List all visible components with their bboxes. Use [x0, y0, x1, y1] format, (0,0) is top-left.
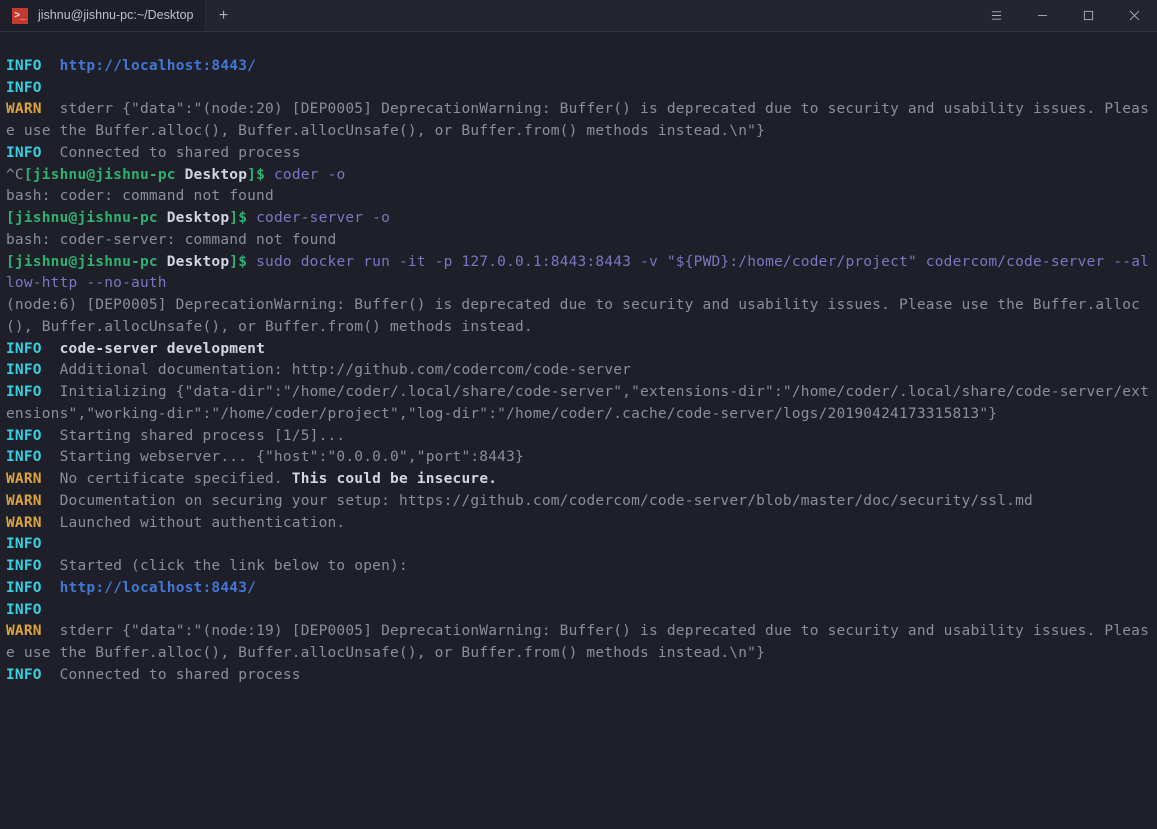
log-level: INFO — [6, 667, 42, 683]
log-emphasis: This could be insecure. — [292, 471, 497, 487]
log-level: WARN — [6, 515, 42, 531]
log-line: bash: coder: command not found — [6, 188, 274, 204]
prompt-user: [jishnu@jishnu-pc — [6, 254, 158, 270]
log-level: INFO — [6, 580, 42, 596]
tab-active[interactable]: >_ jishnu@jishnu-pc:~/Desktop — [0, 0, 206, 31]
window-controls — [973, 0, 1157, 31]
maximize-icon — [1083, 10, 1094, 21]
close-button[interactable] — [1111, 0, 1157, 31]
log-line: Documentation on securing your setup: ht… — [60, 493, 1033, 509]
log-level: INFO — [6, 536, 42, 552]
log-level: WARN — [6, 471, 42, 487]
log-level: INFO — [6, 80, 42, 96]
terminal-content[interactable]: INFO http://localhost:8443/ INFO WARN st… — [0, 32, 1157, 689]
log-level: INFO — [6, 58, 42, 74]
tab-title: jishnu@jishnu-pc:~/Desktop — [38, 6, 193, 25]
log-level: INFO — [6, 558, 42, 574]
log-level: INFO — [6, 449, 42, 465]
log-line: No certificate specified. — [60, 471, 292, 487]
new-tab-button[interactable]: + — [206, 0, 240, 31]
log-line: bash: coder-server: command not found — [6, 232, 336, 248]
prompt-dir: Desktop — [185, 167, 248, 183]
log-line: Started (click the link below to open): — [60, 558, 408, 574]
cmd-text: coder -o — [274, 167, 345, 183]
log-line: Launched without authentication. — [60, 515, 346, 531]
log-level: INFO — [6, 602, 42, 618]
log-line: code-server development — [60, 341, 265, 357]
url-text: http://localhost:8443/ — [60, 580, 256, 596]
log-level: WARN — [6, 623, 42, 639]
prompt-dir: Desktop — [167, 254, 230, 270]
cmd-text: coder-server -o — [256, 210, 390, 226]
minimize-icon — [1037, 10, 1048, 21]
prompt-end: ]$ — [247, 167, 265, 183]
close-icon — [1129, 10, 1140, 21]
log-level: WARN — [6, 493, 42, 509]
log-level: INFO — [6, 384, 42, 400]
terminal-icon: >_ — [12, 8, 28, 24]
log-level: INFO — [6, 341, 42, 357]
log-line: Initializing {"data-dir":"/home/coder/.l… — [6, 384, 1149, 422]
hamburger-button[interactable] — [973, 0, 1019, 31]
log-line: Connected to shared process — [60, 145, 301, 161]
prompt-dir: Desktop — [167, 210, 230, 226]
log-line: Starting webserver... {"host":"0.0.0.0",… — [60, 449, 524, 465]
log-level: INFO — [6, 428, 42, 444]
minimize-button[interactable] — [1019, 0, 1065, 31]
prompt-user: [jishnu@jishnu-pc — [24, 167, 176, 183]
log-line: (node:6) [DEP0005] DeprecationWarning: B… — [6, 297, 1140, 335]
titlebar: >_ jishnu@jishnu-pc:~/Desktop + — [0, 0, 1157, 32]
plus-icon: + — [219, 4, 228, 28]
log-line: stderr {"data":"(node:20) [DEP0005] Depr… — [6, 101, 1149, 139]
log-line: Connected to shared process — [60, 667, 301, 683]
log-level: INFO — [6, 145, 42, 161]
interrupt-symbol: ^C — [6, 167, 24, 183]
log-level: INFO — [6, 362, 42, 378]
log-line: Additional documentation: http://github.… — [60, 362, 632, 378]
log-line: Starting shared process [1/5]... — [60, 428, 346, 444]
hamburger-icon — [991, 10, 1002, 21]
url-text: http://localhost:8443/ — [60, 58, 256, 74]
prompt-user: [jishnu@jishnu-pc — [6, 210, 158, 226]
log-line: stderr {"data":"(node:19) [DEP0005] Depr… — [6, 623, 1149, 661]
prompt-end: ]$ — [229, 254, 247, 270]
maximize-button[interactable] — [1065, 0, 1111, 31]
prompt-end: ]$ — [229, 210, 247, 226]
log-level: WARN — [6, 101, 42, 117]
tab-bar: >_ jishnu@jishnu-pc:~/Desktop + — [0, 0, 240, 31]
